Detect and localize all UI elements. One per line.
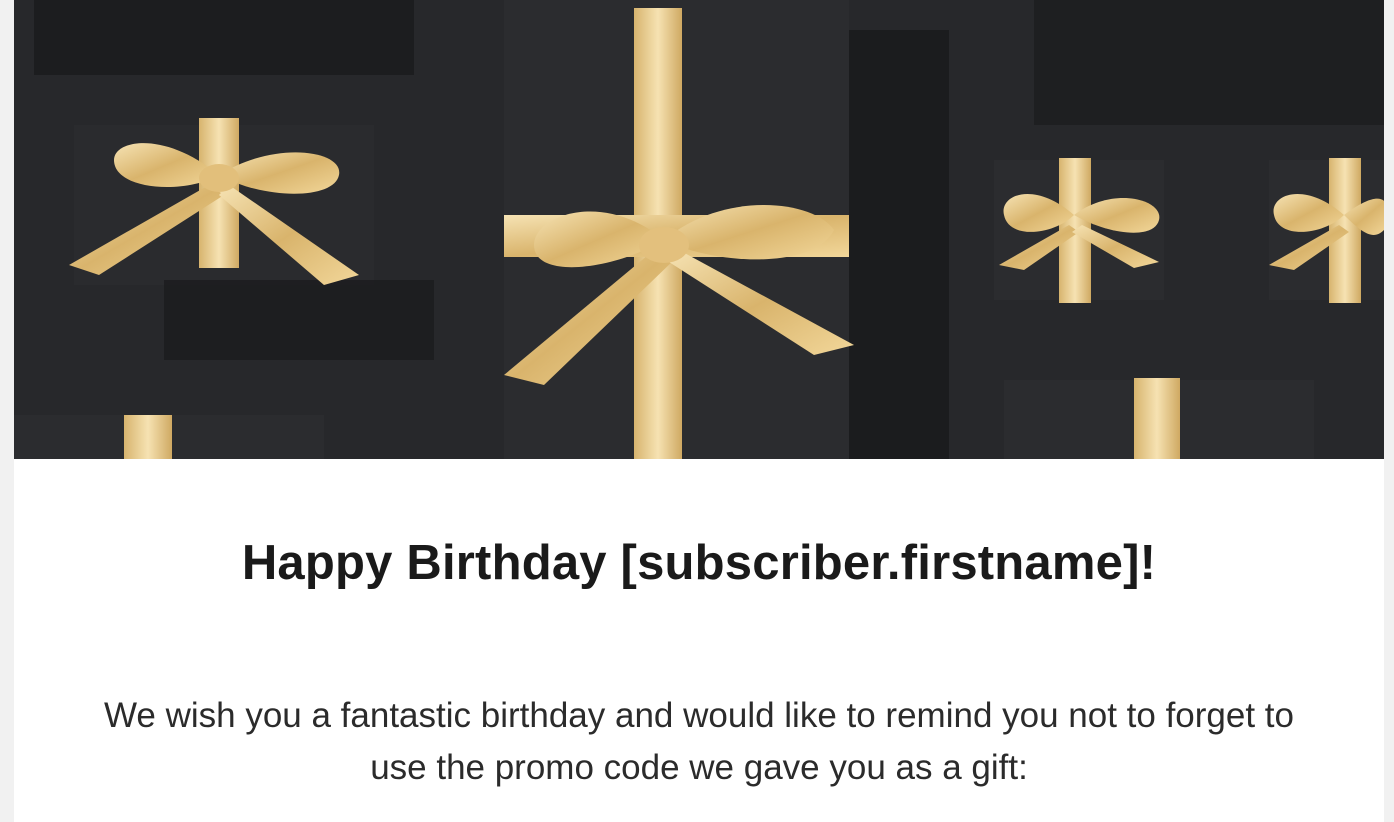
message-text: We wish you a fantastic birthday and wou… xyxy=(14,690,1384,794)
message-line-2: use the promo code we gave you as a gift… xyxy=(370,748,1028,787)
message-line-1: We wish you a fantastic birthday and wou… xyxy=(104,696,1294,735)
gift-boxes-icon xyxy=(14,0,1384,459)
hero-gift-image xyxy=(14,0,1384,459)
headline: Happy Birthday [subscriber.firstname]! xyxy=(241,536,1157,590)
email-body: Happy Birthday [subscriber.firstname]! W… xyxy=(14,0,1384,822)
